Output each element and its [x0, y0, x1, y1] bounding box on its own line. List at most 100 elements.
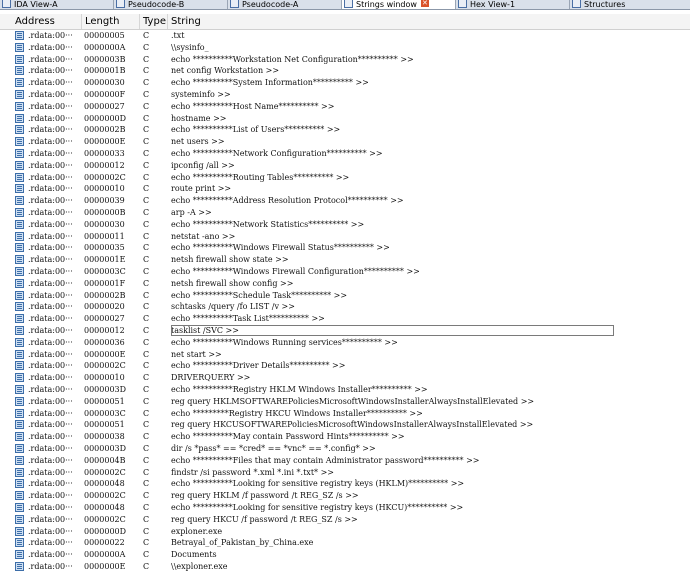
table-row[interactable]: .rdata:00··· 0000002C Cecho **********Rout… — [0, 172, 690, 184]
cell-address: .rdata:00··· — [28, 337, 73, 347]
tab-strings-window[interactable]: Strings window ✕ — [342, 0, 456, 9]
table-row[interactable]: .rdata:00··· 0000003C Cecho **********Wind… — [0, 266, 690, 278]
cell-length: 0000002B — [84, 125, 126, 135]
table-row[interactable]: .rdata:00··· 00000005 C .txt — [0, 30, 690, 42]
table-row[interactable]: .rdata:00··· 00000012 Cipconfig /all >> — [0, 160, 690, 172]
cell-length: 00000005 — [84, 31, 125, 40]
table-row[interactable]: .rdata:00··· 00000051 Creg query HKCUSOFTW… — [0, 419, 690, 431]
cell-address: .rdata:00··· — [28, 255, 73, 265]
table-row[interactable]: .rdata:00··· 00000027 Cecho **********Host… — [0, 101, 690, 113]
table-row[interactable]: .rdata:00··· 0000000F Csysteminfo >> — [0, 89, 690, 101]
tab-label: Pseudocode-A — [242, 0, 299, 9]
cell-address: .rdata:00··· — [28, 66, 73, 76]
table-row[interactable]: .rdata:00··· 0000003B Cecho **********Work… — [0, 54, 690, 66]
table-row[interactable]: .rdata:00··· 00000048 Cecho **********Look… — [0, 502, 690, 514]
cell-type: C — [143, 396, 150, 406]
table-row[interactable]: .rdata:00··· 0000000E Cnet start >> — [0, 349, 690, 361]
table-row[interactable]: .rdata:00··· 00000030 Cecho **********Netw… — [0, 219, 690, 231]
cell-type: C — [143, 243, 150, 253]
string-entry-icon — [15, 196, 24, 206]
table-row[interactable]: .rdata:00··· 0000003C Cecho *********Regis… — [0, 408, 690, 420]
table-row[interactable]: .rdata:00··· 0000004B Cecho **********File… — [0, 455, 690, 467]
cell-string: echo **********Looking for sensitive reg… — [171, 479, 465, 489]
column-address[interactable]: Address — [12, 14, 82, 29]
table-row[interactable]: .rdata:00··· 0000003D Cdir /s *pass* == *c… — [0, 443, 690, 455]
table-row[interactable]: .rdata:00··· 00000048 Cecho **********Look… — [0, 478, 690, 490]
table-row[interactable]: .rdata:00··· 0000002C Cecho **********Driv… — [0, 360, 690, 372]
table-row[interactable]: .rdata:00··· 0000000E Cnet users >> — [0, 136, 690, 148]
strings-table[interactable]: .rdata:00··· 00000005 C .txt .rdata:00··· 000… — [0, 30, 690, 575]
table-row[interactable]: .rdata:00··· 00000011 Cnetstat -ano >> — [0, 231, 690, 243]
cell-string: \\sysinfo_ — [171, 42, 209, 52]
cell-address: .rdata:00··· — [28, 420, 73, 430]
cell-length: 00000038 — [84, 432, 125, 442]
string-entry-icon — [15, 562, 24, 571]
ida-view-icon — [2, 0, 11, 8]
cell-type: C — [143, 373, 150, 383]
tab-structures[interactable]: Structures — [570, 0, 690, 9]
table-row[interactable]: .rdata:00··· 00000012 Ctasklist /SVC >> — [0, 325, 690, 337]
column-string[interactable]: String — [168, 14, 690, 29]
table-row[interactable]: .rdata:00··· 00000010 Croute print >> — [0, 183, 690, 195]
cell-length: 00000030 — [84, 219, 125, 229]
table-row[interactable]: .rdata:00··· 0000000A C \\sysinfo_ — [0, 42, 690, 54]
string-entry-icon — [15, 373, 24, 383]
cell-address: .rdata:00··· — [28, 184, 73, 194]
table-row[interactable]: .rdata:00··· 0000002B Cecho **********List… — [0, 124, 690, 136]
hex-view-icon — [458, 0, 467, 8]
table-row[interactable]: .rdata:00··· 00000010 C DRIVERQUERY >> — [0, 372, 690, 384]
tab-pseudocode-b[interactable]: Pseudocode-B — [114, 0, 228, 9]
cell-string: echo **********Network Configuration****… — [171, 149, 383, 158]
string-entry-icon — [15, 491, 24, 501]
tab-pseudocode-a[interactable]: Pseudocode-A — [228, 0, 342, 9]
cell-string: echo **********Registry HKLM Windows Ins… — [171, 385, 428, 394]
table-row[interactable]: .rdata:00··· 00000033 Cecho **********Netw… — [0, 148, 690, 160]
table-row[interactable]: .rdata:00··· 0000002C Creg query HKLM /f p… — [0, 490, 690, 502]
tab-ida-view-a[interactable]: IDA View-A — [0, 0, 114, 9]
table-row[interactable]: .rdata:00··· 0000000D Cexploner.exe — [0, 526, 690, 538]
column-header: Address Length Type String — [0, 14, 690, 30]
table-row[interactable]: .rdata:00··· 0000000B Carp -A >> — [0, 207, 690, 219]
cell-length: 00000012 — [84, 326, 125, 335]
tab-hex-view-1[interactable]: Hex View-1 — [456, 0, 570, 9]
cell-length: 00000022 — [84, 538, 125, 548]
table-row[interactable]: .rdata:00··· 00000036 Cecho **********Wind… — [0, 337, 690, 349]
column-length[interactable]: Length — [82, 14, 140, 29]
column-type[interactable]: Type — [140, 14, 168, 29]
cell-address: .rdata:00··· — [28, 503, 73, 512]
table-row[interactable]: .rdata:00··· 00000020 Cschtasks /query /fo… — [0, 301, 690, 313]
table-row[interactable]: .rdata:00··· 0000001B Cnet config Workstat… — [0, 65, 690, 77]
table-row[interactable]: .rdata:00··· 00000051 Creg query HKLMSOFTW… — [0, 396, 690, 408]
table-row[interactable]: .rdata:00··· 00000030 Cecho **********Syst… — [0, 77, 690, 89]
cell-type: C — [143, 385, 150, 394]
table-row[interactable]: .rdata:00··· 0000002C Creg query HKCU /f p… — [0, 514, 690, 526]
table-row[interactable]: .rdata:00··· 00000027 Cecho **********Task… — [0, 313, 690, 325]
cell-string: hostname >> — [171, 113, 227, 123]
cell-string: findstr /si password *.xml *.ini *.txt* … — [171, 467, 334, 477]
table-row[interactable]: .rdata:00··· 00000038 Cecho **********May … — [0, 431, 690, 443]
table-row[interactable]: .rdata:00··· 00000039 Cecho **********Addr… — [0, 195, 690, 207]
table-row[interactable]: .rdata:00··· 0000001E Cnetsh firewall show… — [0, 254, 690, 266]
string-entry-icon — [15, 219, 24, 229]
cell-address: .rdata:00··· — [28, 137, 73, 147]
table-row[interactable]: .rdata:00··· 00000022 C Betrayal_of_Pakista… — [0, 537, 690, 549]
string-entry-icon — [15, 455, 24, 465]
string-entry-icon — [15, 514, 24, 524]
table-row[interactable]: .rdata:00··· 0000002B Cecho **********Sche… — [0, 290, 690, 302]
table-row[interactable]: .rdata:00··· 0000003D Cecho **********Regi… — [0, 384, 690, 396]
close-icon[interactable]: ✕ — [420, 0, 429, 7]
table-row[interactable]: .rdata:00··· 0000001F Cnetsh firewall show… — [0, 278, 690, 290]
table-row[interactable]: .rdata:00··· 00000035 Cecho **********Wind… — [0, 242, 690, 254]
cell-string: Betrayal_of_Pakistan_by_China.exe — [171, 538, 314, 548]
cell-address: .rdata:00··· — [28, 538, 73, 548]
table-row[interactable]: .rdata:00··· 0000000A C Documents — [0, 549, 690, 561]
cell-string: netstat -ano >> — [171, 231, 236, 241]
table-row[interactable]: .rdata:00··· 0000000E C \\exploner.exe — [0, 561, 690, 573]
cell-string: netsh firewall show state >> — [171, 255, 289, 265]
cell-address: .rdata:00··· — [28, 514, 73, 524]
cell-type: C — [143, 125, 150, 135]
cell-address: .rdata:00··· — [28, 208, 73, 217]
cell-type: C — [143, 290, 150, 300]
table-row[interactable]: .rdata:00··· 0000002C Cfindstr /si passwor… — [0, 467, 690, 479]
table-row[interactable]: .rdata:00··· 0000000D Chostname >> — [0, 113, 690, 125]
